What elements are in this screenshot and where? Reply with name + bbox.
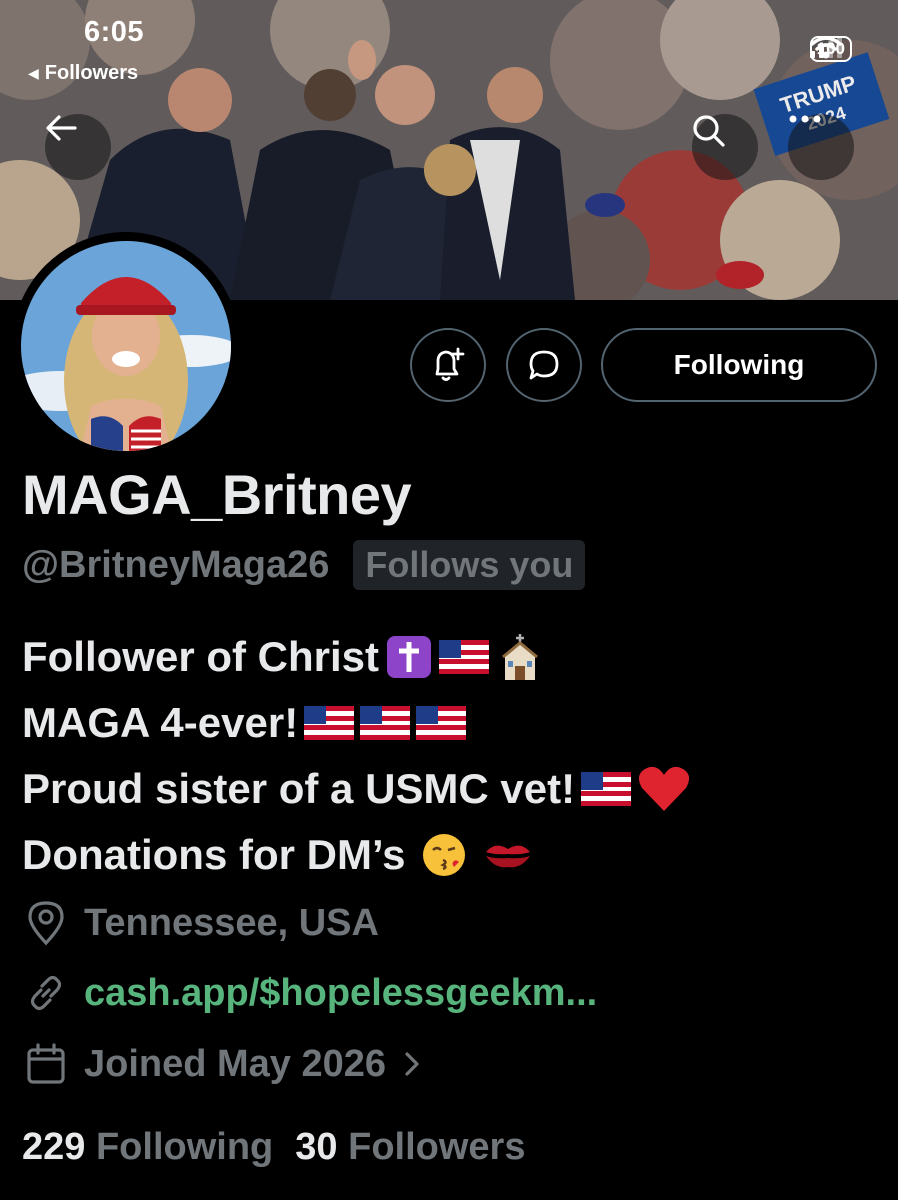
cross-emoji-icon — [385, 634, 433, 680]
bio-line: Donations for DM’s — [22, 822, 882, 888]
red-heart-emoji-icon — [637, 764, 691, 814]
more-options-button[interactable] — [788, 114, 854, 180]
location-text: Tennessee, USA — [84, 901, 379, 944]
following-count: 229 — [22, 1126, 86, 1168]
wifi-icon — [809, 36, 842, 59]
joined-row[interactable]: Joined May 2026 — [24, 1042, 422, 1086]
display-name: MAGA_Britney — [22, 463, 412, 526]
handle-row: @BritneyMaga26 Follows you — [22, 540, 586, 590]
message-button[interactable] — [506, 328, 582, 402]
followers-stat[interactable]: 30 Followers — [295, 1126, 525, 1169]
location-pin-icon — [28, 901, 64, 946]
bio-line-text: Proud sister of a USMC vet! — [22, 765, 576, 812]
notification-bell-icon — [435, 347, 465, 381]
followers-count: 30 — [295, 1126, 338, 1168]
more-icon — [789, 115, 821, 123]
back-to-app-label: Followers — [44, 62, 139, 84]
back-button[interactable] — [45, 114, 111, 180]
notifications-button[interactable] — [410, 328, 486, 402]
search-button[interactable] — [692, 114, 758, 180]
status-bar-indicators: 100 — [809, 36, 852, 62]
bio-line-text: MAGA 4-ever! — [22, 699, 299, 746]
us-flag-emoji-icon — [304, 706, 355, 740]
following-stat[interactable]: 229 Following — [22, 1126, 273, 1169]
bio-line-text: Donations for DM’s — [22, 831, 406, 878]
location-row: Tennessee, USA — [24, 900, 379, 946]
us-flag-emoji-icon — [439, 640, 489, 674]
profile-bio: Follower of Christ MAGA 4-ever! Proud si… — [22, 624, 882, 888]
avatar-photo — [21, 241, 231, 451]
back-arrow-icon — [46, 115, 77, 141]
profile-avatar[interactable] — [12, 232, 240, 460]
us-flag-emoji-icon — [360, 706, 411, 740]
follows-you-badge: Follows you — [353, 540, 586, 590]
chevron-right-icon — [405, 1052, 419, 1076]
status-bar-time: 6:05 — [84, 16, 145, 48]
us-flag-emoji-icon — [581, 772, 632, 806]
bio-line: MAGA 4-ever! — [22, 690, 882, 756]
us-flag-emoji-icon — [416, 706, 467, 740]
user-handle: @BritneyMaga26 — [22, 543, 330, 586]
followers-label: Followers — [348, 1126, 526, 1168]
kiss-mark-emoji-icon — [483, 837, 533, 873]
follow-stats: 229 Following 30 Followers — [22, 1126, 525, 1169]
joined-date: Joined May 2026 — [84, 1042, 387, 1085]
following-label: Following — [95, 1126, 274, 1168]
website-row: cash.app/$hopelessgeekm... — [24, 971, 597, 1015]
bio-line: Proud sister of a USMC vet! — [22, 756, 882, 822]
back-to-app-link[interactable]: ◀ Followers — [28, 62, 138, 85]
bio-line: Follower of Christ — [22, 624, 882, 690]
back-triangle-icon: ◀ — [28, 65, 39, 81]
church-emoji-icon — [495, 632, 545, 682]
message-icon — [529, 350, 559, 380]
search-icon — [693, 115, 725, 147]
calendar-icon — [27, 1043, 65, 1084]
following-button[interactable]: Following — [601, 328, 877, 402]
kissing-face-emoji-icon — [421, 832, 467, 878]
website-link[interactable]: cash.app/$hopelessgeekm... — [84, 972, 597, 1015]
link-icon — [30, 975, 62, 1011]
bio-line-text: Follower of Christ — [22, 633, 379, 680]
